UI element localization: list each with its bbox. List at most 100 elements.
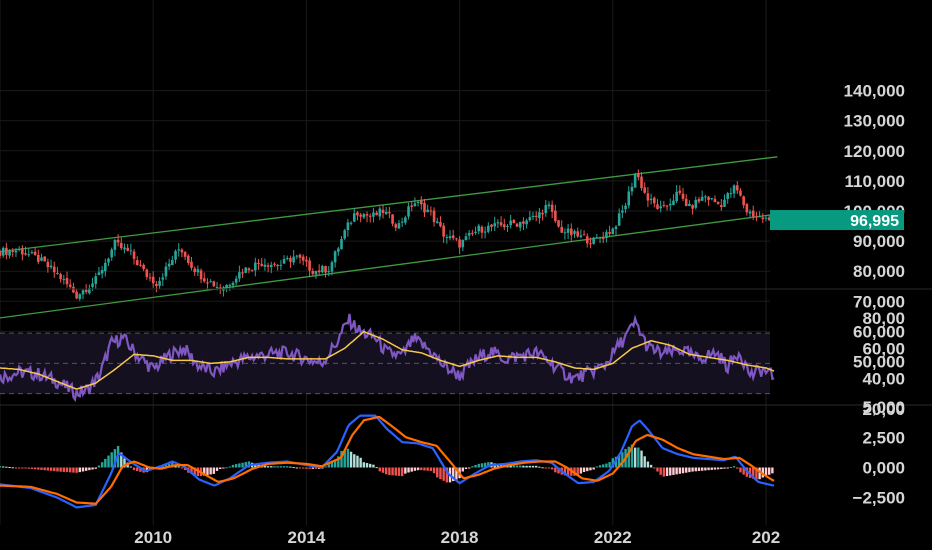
candle-body[interactable] <box>426 209 429 213</box>
candle-body[interactable] <box>455 238 458 240</box>
candle-body[interactable] <box>330 262 334 272</box>
candle-body[interactable] <box>234 278 238 283</box>
candle-body[interactable] <box>266 265 270 267</box>
candle-body[interactable] <box>515 223 519 227</box>
candle-body[interactable] <box>311 271 315 274</box>
candle-body[interactable] <box>675 191 678 202</box>
candle-body[interactable] <box>420 200 423 205</box>
candle-body[interactable] <box>84 289 88 292</box>
candle-body[interactable] <box>745 204 749 213</box>
candle-body[interactable] <box>212 281 216 287</box>
candle-body[interactable] <box>142 264 145 270</box>
candle-body[interactable] <box>65 278 69 285</box>
candle-body[interactable] <box>333 251 337 263</box>
candle-body[interactable] <box>40 257 43 261</box>
candle-body[interactable] <box>241 272 244 274</box>
candle-body[interactable] <box>151 276 155 284</box>
candle-body[interactable] <box>257 262 260 264</box>
candle-body[interactable] <box>129 250 133 252</box>
candle-body[interactable] <box>423 202 426 213</box>
candle-body[interactable] <box>691 205 694 209</box>
candle-body[interactable] <box>37 254 40 262</box>
candle-body[interactable] <box>662 204 666 206</box>
candle-body[interactable] <box>231 282 235 286</box>
candle-body[interactable] <box>716 201 720 204</box>
candle-body[interactable] <box>372 212 375 217</box>
candle-body[interactable] <box>394 224 398 228</box>
candle-body[interactable] <box>764 217 768 219</box>
candle-body[interactable] <box>404 217 407 223</box>
candle-body[interactable] <box>735 185 739 191</box>
candle-body[interactable] <box>624 205 627 210</box>
candle-body[interactable] <box>493 223 497 227</box>
candle-body[interactable] <box>52 266 56 273</box>
candle-body[interactable] <box>254 262 257 271</box>
candle-body[interactable] <box>589 243 592 245</box>
candle-body[interactable] <box>592 237 595 244</box>
candle-body[interactable] <box>46 261 50 268</box>
candle-body[interactable] <box>110 249 114 258</box>
candle-body[interactable] <box>116 239 120 243</box>
candle-body[interactable] <box>576 231 579 237</box>
candle-body[interactable] <box>570 228 573 236</box>
candle-body[interactable] <box>180 249 184 253</box>
candle-body[interactable] <box>196 269 200 273</box>
candle-body[interactable] <box>525 220 528 225</box>
candle-body[interactable] <box>758 216 761 218</box>
candle-body[interactable] <box>605 232 608 239</box>
candle-body[interactable] <box>343 230 346 239</box>
candle-body[interactable] <box>362 214 366 218</box>
candle-body[interactable] <box>688 203 691 207</box>
candle-body[interactable] <box>260 263 264 266</box>
candle-body[interactable] <box>94 276 98 284</box>
candle-body[interactable] <box>381 209 385 213</box>
candle-body[interactable] <box>563 232 567 234</box>
candle-body[interactable] <box>617 213 621 226</box>
candle-body[interactable] <box>595 237 599 239</box>
candle-body[interactable] <box>59 274 62 280</box>
candle-body[interactable] <box>228 284 232 286</box>
candle-body[interactable] <box>665 205 669 207</box>
candle-body[interactable] <box>27 254 31 256</box>
candle-body[interactable] <box>732 185 736 194</box>
candle-body[interactable] <box>199 270 203 280</box>
candle-body[interactable] <box>292 256 295 263</box>
candle-body[interactable] <box>33 251 37 255</box>
candle-body[interactable] <box>167 263 171 267</box>
candle-body[interactable] <box>761 217 765 220</box>
candle-body[interactable] <box>269 264 273 268</box>
candle-body[interactable] <box>81 290 85 295</box>
candle-body[interactable] <box>132 251 136 259</box>
candle-body[interactable] <box>490 224 493 227</box>
candle-body[interactable] <box>550 204 554 212</box>
candle-body[interactable] <box>305 259 308 262</box>
candle-body[interactable] <box>171 259 174 266</box>
candle-body[interactable] <box>391 214 394 224</box>
candle-body[interactable] <box>464 236 468 241</box>
candle-body[interactable] <box>78 294 82 299</box>
candle-body[interactable] <box>183 252 187 257</box>
candle-body[interactable] <box>317 270 321 273</box>
candle-body[interactable] <box>282 258 286 264</box>
candle-body[interactable] <box>43 256 46 262</box>
candle-body[interactable] <box>451 235 455 239</box>
candle-body[interactable] <box>672 200 675 205</box>
candle-body[interactable] <box>544 205 548 214</box>
candle-body[interactable] <box>566 228 570 233</box>
candle-body[interactable] <box>158 280 161 286</box>
candle-body[interactable] <box>442 225 445 237</box>
candle-body[interactable] <box>17 249 21 251</box>
candle-body[interactable] <box>72 286 75 293</box>
candle-body[interactable] <box>75 291 78 299</box>
candle-body[interactable] <box>573 231 576 234</box>
candle-body[interactable] <box>206 282 209 284</box>
candle-body[interactable] <box>751 210 755 217</box>
candle-body[interactable] <box>400 221 404 223</box>
candle-body[interactable] <box>356 212 359 216</box>
candle-body[interactable] <box>659 206 662 209</box>
candle-body[interactable] <box>388 211 391 214</box>
candle-body[interactable] <box>614 226 618 229</box>
candle-body[interactable] <box>704 196 707 198</box>
candle-body[interactable] <box>496 222 500 224</box>
candle-body[interactable] <box>726 193 729 199</box>
